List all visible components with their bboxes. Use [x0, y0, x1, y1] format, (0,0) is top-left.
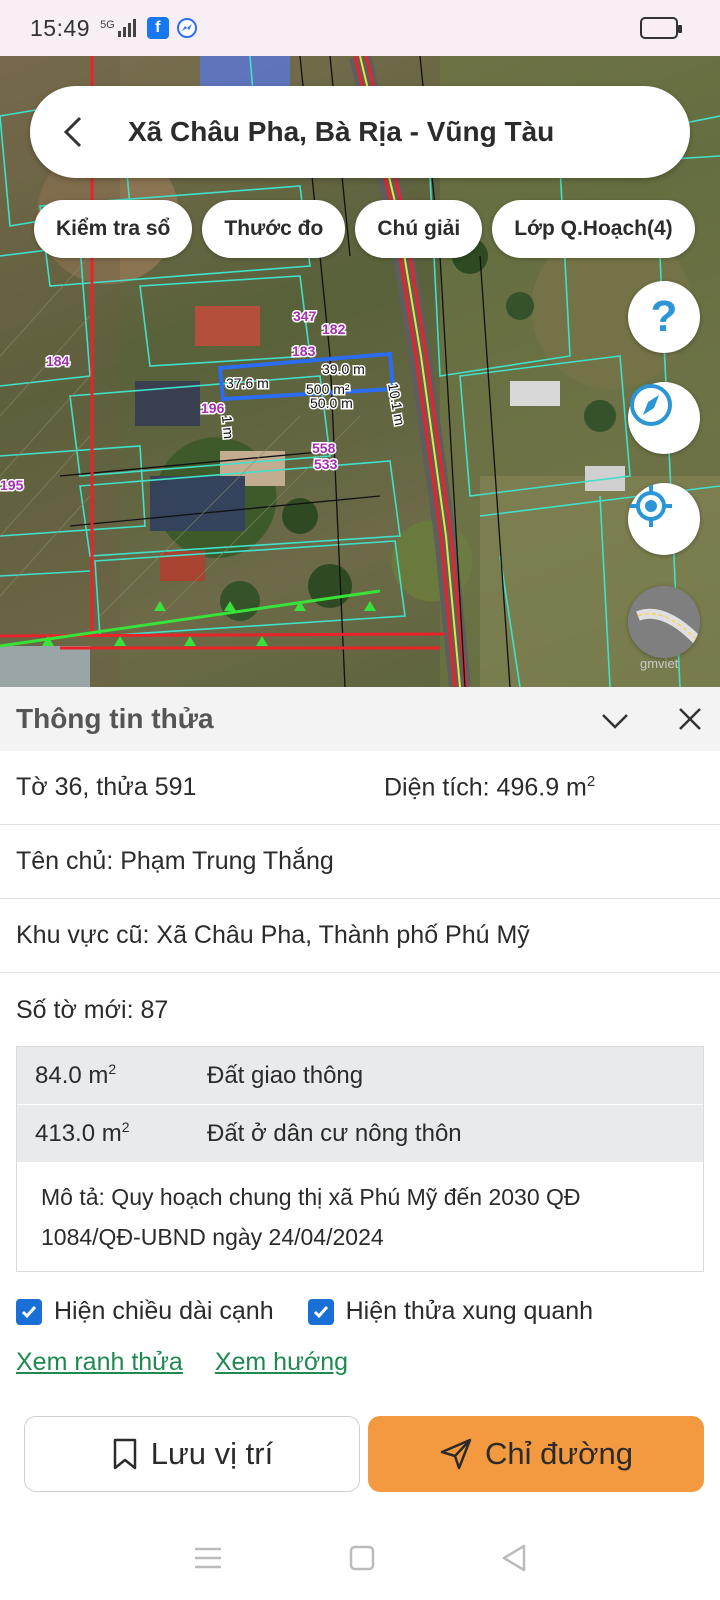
old-area-row: Khu vực cũ: Xã Châu Pha, Thành phố Phú M…: [0, 899, 720, 973]
parcel-label: 195: [0, 477, 24, 493]
save-location-label: Lưu vị trí: [150, 1436, 274, 1471]
land-use-type: Đất giao thông: [207, 1061, 364, 1089]
chip-legend[interactable]: Chú giải: [355, 200, 483, 258]
display-options: Hiện chiều dài cạnh Hiện thửa xung quanh: [16, 1297, 627, 1326]
edge-length-label: 50.0 m: [310, 395, 353, 411]
system-nav-bar: [0, 1520, 720, 1600]
chip-check-certificate[interactable]: Kiểm tra sổ: [34, 200, 193, 258]
show-edge-length-checkbox[interactable]: Hiện chiều dài cạnh: [16, 1297, 274, 1326]
close-icon[interactable]: [676, 705, 704, 738]
parcel-label: 533: [314, 456, 338, 472]
show-neighbors-checkbox[interactable]: Hiện thửa xung quanh: [307, 1297, 594, 1326]
parcel-area: Diện tích: 496.9 m2: [384, 772, 596, 802]
locate-icon: [630, 485, 672, 527]
checkbox-checked-icon[interactable]: [307, 1298, 334, 1325]
directions-label: Chỉ đường: [485, 1436, 633, 1471]
edge-length-label: 1 m: [219, 415, 237, 440]
view-direction-link[interactable]: Xem hướng: [215, 1348, 348, 1377]
location-header[interactable]: Xã Châu Pha, Bà Rịa - Vũng Tàu: [30, 86, 690, 178]
land-use-table: 84.0 m2 Đất giao thông 413.0 m2 Đất ở dâ…: [16, 1046, 704, 1272]
my-location-button[interactable]: [628, 483, 700, 555]
sheet-parcel-number: Tờ 36, thửa 591: [16, 773, 197, 801]
parcel-label: 182: [322, 321, 346, 337]
help-button[interactable]: ?: [628, 281, 700, 353]
parcel-label: 347: [293, 308, 317, 324]
map-tools-chips: Kiểm tra sổ Thước đo Chú giải Lớp Q.Hoạc…: [34, 200, 695, 258]
signal-icon: 5G: [100, 19, 139, 37]
table-row: 413.0 m2 Đất ở dân cư nông thôn: [17, 1105, 703, 1163]
status-bar: 15:49 5G f: [0, 0, 720, 56]
menu-icon[interactable]: [193, 1546, 223, 1575]
new-sheet-number: Số tờ mới: 87: [16, 995, 169, 1024]
status-time: 15:49: [30, 14, 91, 41]
map-layer-button[interactable]: [628, 586, 700, 658]
compass-icon: [630, 384, 672, 426]
parcel-label: 558: [312, 440, 336, 456]
map-watermark: gmviet: [640, 656, 679, 671]
battery-icon: [640, 17, 682, 39]
land-use-type: Đất ở dân cư nông thôn: [207, 1119, 462, 1147]
parcel-row: Tờ 36, thửa 591 Diện tích: 496.9 m2: [0, 751, 720, 825]
chevron-down-icon[interactable]: [600, 705, 630, 740]
bookmark-icon: [113, 1438, 137, 1470]
checkbox-label: Hiện thửa xung quanh: [345, 1297, 594, 1325]
planning-description: Mô tả: Quy hoạch chung thị xã Phú Mỹ đến…: [17, 1163, 703, 1271]
land-use-area: 413.0 m2: [35, 1119, 130, 1147]
map-layer-icon: [628, 586, 700, 658]
edge-length-label: 39.0 m: [322, 361, 365, 377]
location-title: Xã Châu Pha, Bà Rịa - Vũng Tàu: [128, 116, 555, 147]
edge-length-label: 10.1 m: [385, 382, 408, 427]
chip-planning-layers[interactable]: Lớp Q.Hoạch(4): [492, 200, 695, 258]
old-area: Khu vực cũ: Xã Châu Pha, Thành phố Phú M…: [16, 921, 530, 949]
messenger-icon: [176, 18, 197, 38]
help-icon: ?: [650, 292, 678, 341]
network-type: 5G: [100, 19, 115, 31]
parcel-label: 183: [292, 343, 316, 359]
panel-title: Thông tin thửa: [16, 703, 214, 734]
land-use-area: 84.0 m2: [35, 1061, 117, 1089]
new-sheet-row: Số tờ mới: 87: [0, 973, 720, 1047]
owner-name: Tên chủ: Phạm Trung Thắng: [16, 847, 334, 875]
compass-button[interactable]: [628, 382, 700, 454]
back-arrow-icon[interactable]: [58, 116, 88, 148]
parcel-info-header: Thông tin thửa: [0, 687, 720, 751]
home-icon[interactable]: [349, 1545, 375, 1576]
parcel-label: 184: [46, 353, 70, 369]
back-icon[interactable]: [501, 1544, 527, 1577]
parcel-links: Xem ranh thửa Xem hướng: [16, 1348, 348, 1377]
table-row: 84.0 m2 Đất giao thông: [17, 1047, 703, 1105]
save-location-button[interactable]: Lưu vị trí: [24, 1416, 360, 1492]
checkbox-checked-icon[interactable]: [16, 1298, 42, 1325]
parcel-label: 196: [201, 400, 225, 416]
checkbox-label: Hiện chiều dài cạnh: [54, 1297, 274, 1325]
edge-length-label: 37.6 m: [226, 375, 269, 391]
chip-measure[interactable]: Thước đo: [202, 200, 346, 258]
owner-row: Tên chủ: Phạm Trung Thắng: [0, 825, 720, 899]
directions-button[interactable]: Chỉ đường: [368, 1416, 704, 1492]
send-arrow-icon: [440, 1438, 472, 1470]
facebook-icon: f: [146, 17, 169, 39]
view-boundary-link[interactable]: Xem ranh thửa: [16, 1348, 183, 1377]
